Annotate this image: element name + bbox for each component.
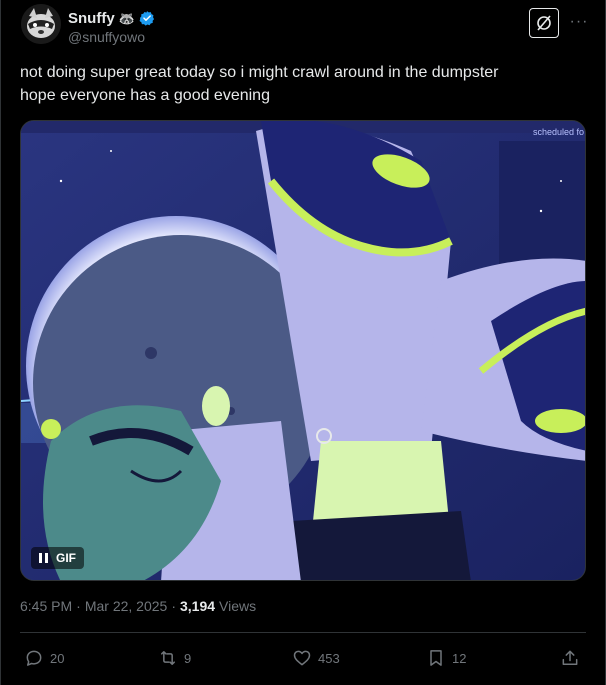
- pause-icon[interactable]: [39, 553, 48, 563]
- reply-icon: [26, 650, 42, 666]
- like-count: 453: [318, 650, 340, 666]
- author-display-name[interactable]: Snuffy: [68, 10, 115, 27]
- views-count: 3,194: [179, 598, 216, 614]
- reply-button[interactable]: 20: [24, 645, 64, 671]
- overlay-text: scheduled fo: [533, 127, 584, 137]
- views-label: Views: [219, 598, 257, 614]
- reply-count: 20: [50, 650, 65, 666]
- retweet-icon: [161, 651, 175, 665]
- more-button[interactable]: ···: [567, 12, 591, 32]
- meta-separator-2: ·: [171, 598, 176, 614]
- meta-separator: ·: [76, 598, 81, 614]
- share-icon: [562, 650, 578, 665]
- more-icon: ···: [569, 13, 589, 30]
- grok-icon: [537, 15, 551, 31]
- gif-badge[interactable]: GIF: [31, 547, 84, 569]
- tweet-header: Snuffy 🦝 @snuffyowo ···: [21, 4, 587, 48]
- bookmark-button[interactable]: 12: [426, 645, 466, 671]
- bookmark-count: 12: [452, 650, 467, 666]
- retweet-button[interactable]: 9: [158, 645, 191, 671]
- tweet-time[interactable]: 6:45 PM: [20, 598, 72, 614]
- author-name-row[interactable]: Snuffy 🦝: [68, 8, 155, 28]
- avatar[interactable]: [21, 4, 61, 44]
- author-emoji: 🦝: [118, 10, 135, 26]
- author-handle[interactable]: @snuffyowo: [68, 29, 145, 45]
- like-button[interactable]: 453: [292, 645, 340, 671]
- bookmark-icon: [430, 650, 442, 666]
- share-button[interactable]: [560, 645, 580, 671]
- gif-label: GIF: [56, 551, 76, 565]
- tweet-card: Snuffy 🦝 @snuffyowo ··· not doing super …: [0, 0, 606, 685]
- tweet-meta: 6:45 PM · Mar 22, 2025 · 3,194 Views: [20, 598, 256, 614]
- verified-badge-icon[interactable]: [139, 10, 155, 26]
- tweet-text: not doing super great today so i might c…: [20, 61, 580, 107]
- grok-button[interactable]: [529, 8, 559, 38]
- gif-frame: scheduled fo: [21, 121, 585, 580]
- divider: [20, 632, 586, 633]
- avatar-image: [21, 4, 61, 44]
- retweet-count: 9: [184, 650, 192, 666]
- tweet-media-gif[interactable]: scheduled fo GIF: [20, 120, 586, 581]
- action-bar: 20 9 453 12: [20, 645, 586, 671]
- tweet-text-line-1: not doing super great today so i might c…: [20, 64, 499, 81]
- like-icon: [293, 650, 311, 666]
- tweet-text-line-2: hope everyone has a good evening: [20, 87, 270, 104]
- tweet-date[interactable]: Mar 22, 2025: [85, 598, 168, 614]
